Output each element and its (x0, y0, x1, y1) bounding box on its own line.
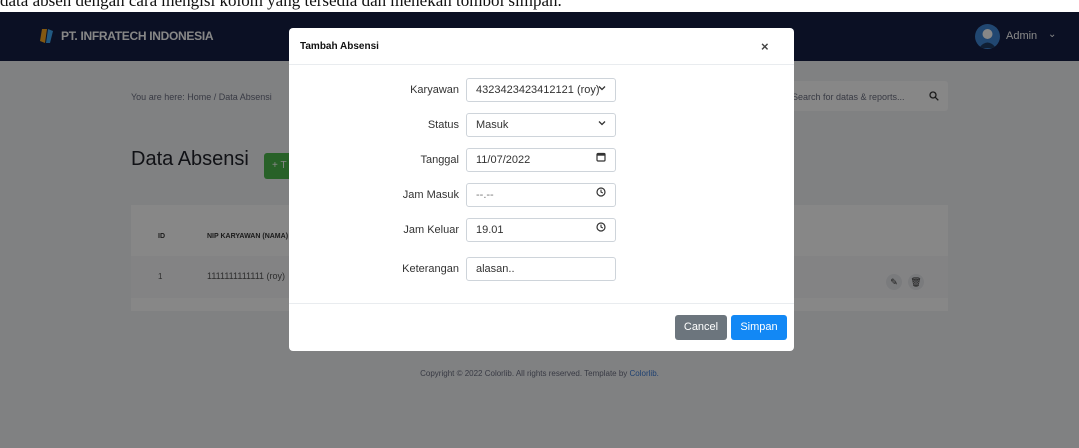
tanggal-label: Tanggal (420, 154, 459, 166)
cancel-button[interactable]: Cancel (675, 315, 727, 340)
chevron-down-icon (598, 79, 606, 101)
jam-keluar-value: 19.01 (476, 224, 504, 236)
clock-icon[interactable] (596, 184, 606, 206)
calendar-icon[interactable] (596, 149, 606, 171)
status-select[interactable]: Masuk (466, 113, 616, 137)
karyawan-value: 4323423423412121 (roy) (476, 84, 600, 96)
status-label: Status (427, 119, 459, 131)
modal-header: Tambah Absensi × (289, 28, 794, 65)
simpan-button[interactable]: Simpan (731, 315, 787, 340)
karyawan-label: Karyawan (410, 84, 459, 96)
jam-masuk-value: --.-- (476, 189, 494, 201)
jam-masuk-label: Jam Masuk (402, 189, 459, 201)
tambah-absensi-modal: Tambah Absensi × Karyawan 43234234234121… (289, 28, 794, 351)
keterangan-value: alasan.. (476, 263, 515, 275)
keterangan-label: Keterangan (402, 263, 459, 275)
karyawan-select[interactable]: 4323423423412121 (roy) (466, 78, 616, 102)
tanggal-date-input[interactable]: 11/07/2022 (466, 148, 616, 172)
document-caption: data absen dengan cara mengisi kolom yan… (0, 0, 562, 10)
jam-keluar-time-input[interactable]: 19.01 (466, 218, 616, 242)
modal-title: Tambah Absensi (300, 41, 379, 52)
close-icon[interactable]: × (761, 39, 769, 54)
jam-keluar-label: Jam Keluar (403, 224, 459, 236)
status-value: Masuk (476, 119, 509, 131)
chevron-down-icon (598, 114, 606, 136)
clock-icon[interactable] (596, 219, 606, 241)
keterangan-input[interactable]: alasan.. (466, 257, 616, 281)
tanggal-value: 11/07/2022 (476, 154, 531, 166)
jam-masuk-time-input[interactable]: --.-- (466, 183, 616, 207)
